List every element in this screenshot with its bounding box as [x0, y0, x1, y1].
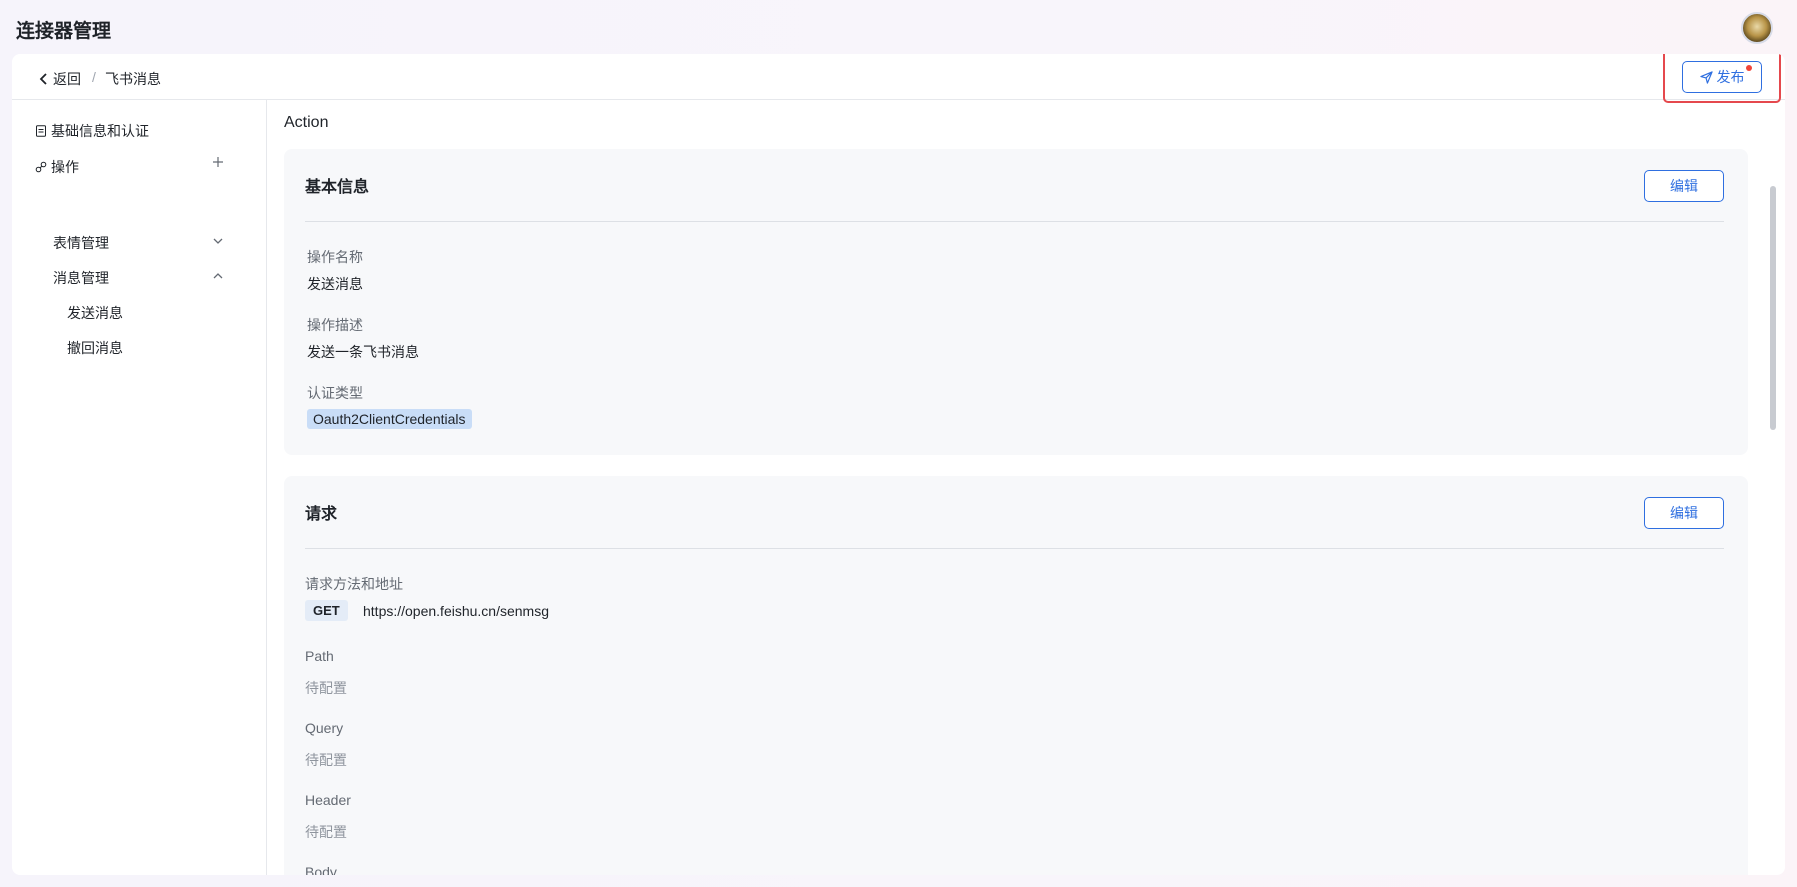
sidebar-item-basic-info[interactable]: 基础信息和认证 [35, 121, 149, 141]
breadcrumb-separator: / [92, 69, 96, 85]
sidebar-item-label: 发送消息 [67, 305, 123, 321]
sidebar-group-label: 表情管理 [53, 235, 109, 251]
avatar[interactable] [1741, 12, 1773, 44]
chevron-up-icon [213, 273, 223, 279]
header-value: 待配置 [305, 824, 347, 840]
publish-label: 发布 [1716, 69, 1745, 85]
divider [305, 548, 1724, 549]
operation-name-label: 操作名称 [307, 249, 363, 265]
app-title: 连接器管理 [16, 21, 112, 42]
sidebar-item-recall-message[interactable]: 撤回消息 [67, 338, 123, 358]
content-frame: 返回 / 飞书消息 发布 基础信息和认证 操作 表情管理 消息管理 发送消息 撤… [12, 54, 1785, 875]
request-url: https://open.feishu.cn/senmsg [363, 603, 549, 619]
document-icon [36, 125, 46, 137]
sidebar-item-label: 操作 [51, 159, 79, 175]
scrollbar-thumb[interactable] [1770, 186, 1776, 430]
send-icon [1699, 70, 1713, 84]
edit-request-button[interactable]: 编辑 [1644, 497, 1724, 529]
http-method-badge: GET [305, 600, 348, 621]
breadcrumb-current: 飞书消息 [105, 71, 161, 87]
basic-info-card: 基本信息 编辑 操作名称 发送消息 操作描述 发送一条飞书消息 认证类型 Oau… [284, 149, 1748, 455]
sidebar-group-label: 消息管理 [53, 270, 109, 286]
page-header: 返回 / 飞书消息 发布 [12, 54, 1785, 103]
operation-desc-value: 发送一条飞书消息 [307, 344, 419, 360]
sidebar-item-label: 撤回消息 [67, 340, 123, 356]
path-label: Path [305, 648, 334, 664]
group-toggle-messages[interactable] [212, 269, 224, 286]
edit-basic-info-button[interactable]: 编辑 [1644, 170, 1724, 202]
path-value: 待配置 [305, 680, 347, 696]
card-title: 基本信息 [305, 179, 370, 196]
header-label: Header [305, 792, 351, 808]
sidebar-item-send-message[interactable]: 发送消息 [67, 303, 123, 323]
method-url-label: 请求方法和地址 [305, 576, 403, 592]
request-card: 请求 编辑 请求方法和地址 GET https://open.feishu.cn… [284, 476, 1748, 875]
body-label: Body [305, 864, 337, 875]
sidebar: 基础信息和认证 操作 表情管理 消息管理 发送消息 撤回消息 [12, 100, 267, 875]
back-label: 返回 [53, 71, 81, 87]
top-bar: 连接器管理 [0, 0, 1797, 54]
add-action-button[interactable] [212, 155, 224, 172]
section-title: Action [284, 114, 329, 131]
query-value: 待配置 [305, 752, 347, 768]
sidebar-item-label: 基础信息和认证 [51, 123, 149, 139]
operation-name-value: 发送消息 [307, 276, 363, 292]
auth-type-tag: Oauth2ClientCredentials [307, 409, 472, 429]
card-title: 请求 [305, 506, 338, 523]
chevron-down-icon [213, 238, 223, 244]
query-label: Query [305, 720, 344, 736]
back-button[interactable]: 返回 [39, 69, 81, 89]
sidebar-item-actions[interactable]: 操作 [35, 157, 79, 177]
sidebar-group-emoji[interactable]: 表情管理 [53, 233, 109, 253]
auth-type-label: 认证类型 [307, 385, 363, 401]
sidebar-group-messages[interactable]: 消息管理 [53, 268, 109, 288]
back-chevron-icon [39, 73, 47, 85]
operation-desc-label: 操作描述 [307, 317, 363, 333]
divider [305, 221, 1724, 222]
link-icon [35, 161, 47, 173]
plus-icon [213, 157, 223, 167]
notification-dot [1746, 65, 1752, 71]
group-toggle-emoji[interactable] [212, 234, 224, 251]
main-content: Action 基本信息 编辑 操作名称 发送消息 操作描述 发送一条飞书消息 认… [268, 100, 1785, 875]
